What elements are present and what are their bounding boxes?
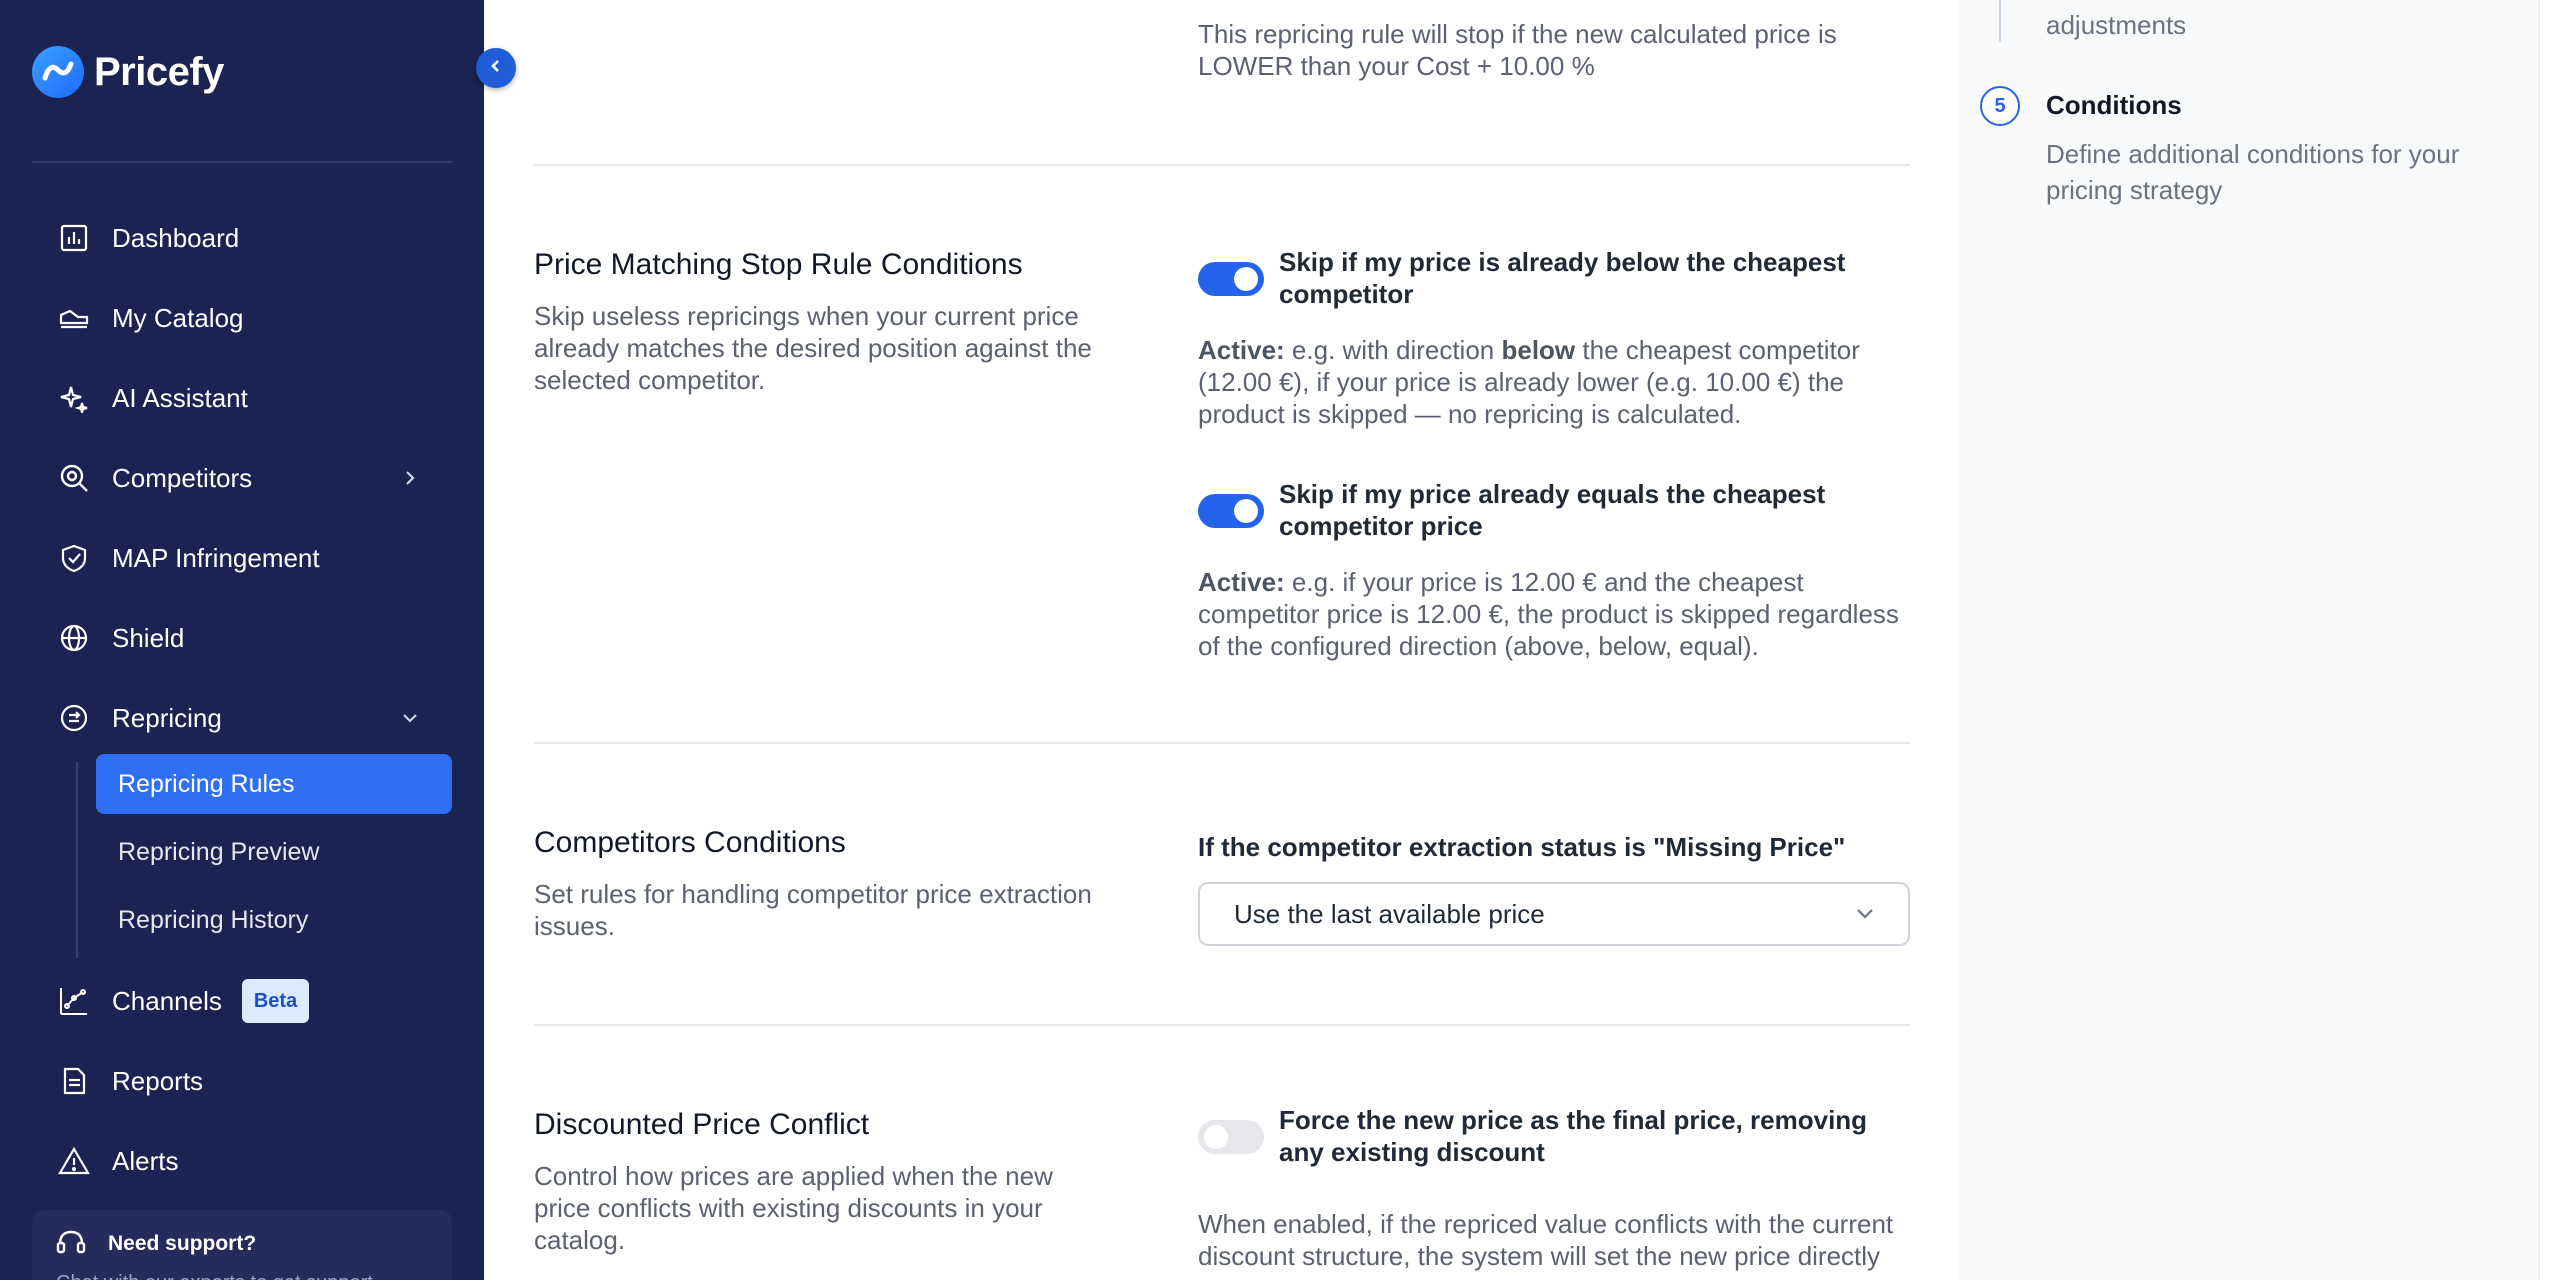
sidebar-item-label: Dashboard [112, 222, 240, 253]
competitors-conditions-description: Set rules for handling competitor price … [534, 879, 1092, 941]
pricefy-logo-icon [32, 46, 84, 98]
submenu-line [76, 762, 78, 958]
sidebar-item-label: Shield [112, 622, 185, 653]
logo[interactable]: Pricefy [32, 46, 224, 98]
channels-icon [56, 983, 92, 1019]
sidebar-subitem-repricing-history[interactable]: Repricing History [96, 890, 452, 950]
force-new-price-toggle[interactable] [1198, 1120, 1264, 1154]
discounted-price-description: Control how prices are applied when the … [534, 1161, 1053, 1255]
shield-check-icon [56, 540, 92, 576]
chevron-right-icon[interactable] [392, 460, 428, 496]
desc-part: e.g. if your price is 12.00 € and the ch… [1198, 567, 1899, 661]
headset-icon [54, 1226, 88, 1265]
skip-equal-toggle[interactable] [1198, 494, 1264, 528]
sidebar: Pricefy Dashboard My Catalog AI Assistan… [0, 0, 484, 1280]
discounted-price-title: Discounted Price Conflict [534, 1108, 870, 1141]
cost-stop-text: This repricing rule will stop if the new… [1198, 18, 1918, 82]
section-divider [534, 742, 1910, 744]
price-matching-title: Price Matching Stop Rule Conditions [534, 248, 1023, 281]
sidebar-item-label: Repricing [112, 702, 222, 733]
steps-panel: adjustments 5 Conditions Define addition… [1958, 0, 2540, 1280]
sparkle-icon [56, 380, 92, 416]
cost-stop-line-1: This repricing rule will stop if the new… [1198, 19, 1837, 49]
collapse-sidebar-button[interactable] [476, 48, 516, 88]
sidebar-divider [32, 161, 452, 163]
sidebar-item-map-infringement[interactable]: MAP Infringement [56, 534, 428, 582]
sidebar-subitem-repricing-preview[interactable]: Repricing Preview [96, 822, 452, 882]
search-competitor-icon [56, 460, 92, 496]
sidebar-item-label: Reports [112, 1065, 204, 1096]
sidebar-item-channels[interactable]: Channels Beta [56, 977, 428, 1025]
step-title[interactable]: Conditions [2046, 90, 2182, 121]
sidebar-item-ai-assistant[interactable]: AI Assistant [56, 374, 428, 422]
chart-bar-icon [56, 220, 92, 256]
skip-equal-description: Active: e.g. if your price is 12.00 € an… [1198, 566, 1910, 662]
subitem-label: Repricing History [118, 905, 309, 934]
step-number-badge[interactable]: 5 [1980, 86, 2020, 126]
warning-icon [56, 1143, 92, 1179]
sidebar-item-label: Alerts [112, 1145, 179, 1176]
cost-stop-line-2: LOWER than your Cost + 10.00 % [1198, 51, 1595, 81]
competitors-conditions-title: Competitors Conditions [534, 826, 846, 859]
desc-part: e.g. with direction [1284, 335, 1502, 365]
document-icon [56, 1063, 92, 1099]
active-prefix: Active: [1198, 567, 1285, 597]
active-prefix: Active: [1198, 335, 1285, 365]
sidebar-item-repricing[interactable]: Repricing [56, 694, 428, 742]
catalog-icon [56, 300, 92, 336]
sidebar-item-reports[interactable]: Reports [56, 1057, 428, 1105]
skip-below-label: Skip if my price is already below the ch… [1279, 247, 1846, 309]
globe-icon [56, 620, 92, 656]
support-subtitle: Chat with our experts to get support. [56, 1272, 378, 1280]
support-title: Need support? [108, 1232, 257, 1255]
sidebar-item-competitors[interactable]: Competitors [56, 454, 428, 502]
chevron-down-icon[interactable] [392, 700, 428, 736]
select-value: Use the last available price [1234, 898, 1545, 929]
support-card[interactable]: Need support? Chat with our experts to g… [32, 1210, 452, 1280]
price-matching-description: Skip useless repricings when your curren… [534, 301, 1092, 395]
toggle-knob [1204, 1125, 1228, 1149]
subitem-label: Repricing Rules [118, 769, 295, 798]
sidebar-item-label: AI Assistant [112, 382, 248, 413]
section-divider [534, 164, 1910, 166]
step-connector [1999, 0, 2001, 42]
skip-below-toggle[interactable] [1198, 262, 1264, 296]
subitem-label: Repricing Preview [118, 837, 320, 866]
missing-price-select[interactable]: Use the last available price [1198, 882, 1910, 946]
step-description: Define additional conditions for your pr… [2046, 139, 2460, 205]
sidebar-item-label: My Catalog [112, 302, 244, 333]
sidebar-item-label: Channels [112, 985, 222, 1016]
sidebar-item-label: MAP Infringement [112, 542, 320, 573]
chevron-left-icon [487, 57, 505, 80]
toggle-knob [1234, 267, 1258, 291]
sidebar-item-label: Competitors [112, 462, 253, 493]
app-name: Pricefy [94, 49, 224, 94]
sidebar-item-alerts[interactable]: Alerts [56, 1137, 428, 1185]
chevron-down-icon [1852, 900, 1878, 933]
force-new-price-label: Force the new price as the final price, … [1279, 1105, 1868, 1167]
missing-price-label: If the competitor extraction status is "… [1198, 832, 1846, 862]
force-new-price-description: When enabled, if the repriced value conf… [1198, 1209, 1894, 1271]
desc-bold: below [1501, 335, 1576, 365]
skip-equal-label: Skip if my price already equals the chea… [1279, 479, 1826, 541]
skip-below-description: Active: e.g. with direction below the ch… [1198, 334, 1910, 430]
sidebar-item-dashboard[interactable]: Dashboard [56, 214, 428, 262]
section-divider [534, 1024, 1910, 1026]
scrollbar-track[interactable] [2538, 0, 2540, 1280]
toggle-knob [1234, 499, 1258, 523]
repricing-icon [56, 700, 92, 736]
previous-step-description: adjustments [2046, 10, 2187, 40]
sidebar-item-my-catalog[interactable]: My Catalog [56, 294, 428, 342]
beta-badge: Beta [241, 979, 310, 1023]
sidebar-subitem-repricing-rules[interactable]: Repricing Rules [96, 754, 452, 814]
sidebar-item-shield[interactable]: Shield [56, 614, 428, 662]
